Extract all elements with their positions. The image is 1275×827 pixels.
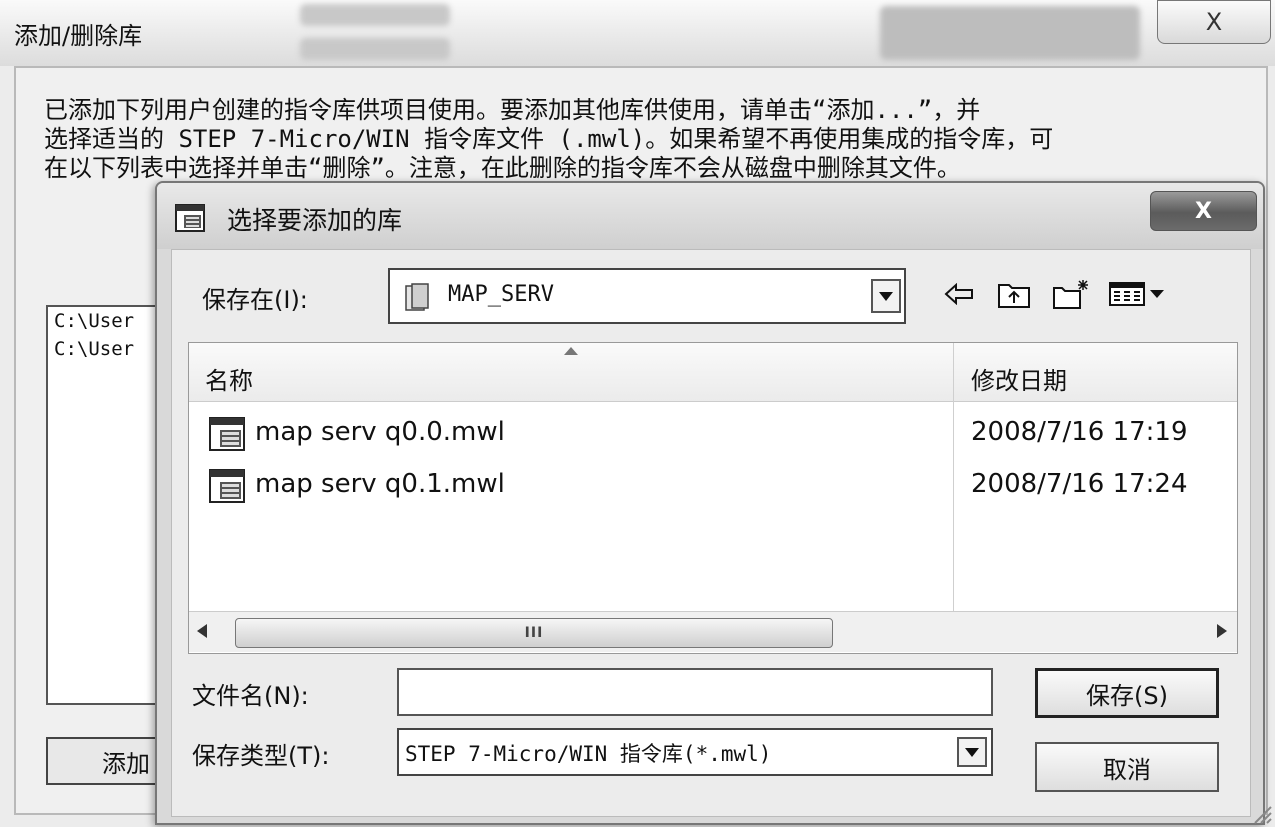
close-icon: X [1205, 8, 1223, 36]
library-list[interactable]: C:\User C:\User [46, 305, 170, 705]
cancel-button[interactable]: 取消 [1035, 742, 1219, 792]
filename-input[interactable] [397, 668, 993, 716]
filetype-label: 保存类型(T): [192, 742, 330, 770]
dialog-title: 选择要添加的库 [227, 206, 403, 235]
dialog-close-button[interactable]: X [1150, 191, 1257, 231]
background-dialog-title: 添加/删除库 [14, 22, 143, 50]
file-row[interactable]: map serv q0.1.mwl 2008/7/16 17:24 [189, 463, 1237, 511]
file-row[interactable]: map serv q0.0.mwl 2008/7/16 17:19 [189, 411, 1237, 459]
file-name: map serv q0.1.mwl [255, 469, 505, 499]
sort-up-icon [564, 347, 578, 355]
background-close-button[interactable]: X [1157, 0, 1271, 44]
column-header-name[interactable]: 名称 [205, 361, 253, 396]
cancel-button-label: 取消 [1103, 755, 1151, 784]
library-file-icon [209, 417, 245, 451]
blurred-search-box [880, 6, 1140, 60]
filetype-value: STEP 7-Micro/WIN 指令库(*.mwl) [405, 742, 772, 766]
blurred-tree-item [300, 38, 450, 60]
save-button[interactable]: 保存(S) [1035, 668, 1219, 718]
dialog-titlebar: 选择要添加的库 X [157, 183, 1263, 249]
horizontal-scrollbar[interactable]: III [189, 611, 1237, 652]
file-name: map serv q0.0.mwl [255, 417, 505, 447]
scroll-right-icon[interactable] [1217, 624, 1227, 638]
library-file-icon [209, 469, 245, 503]
back-arrow-icon[interactable] [942, 278, 976, 310]
close-icon: X [1195, 198, 1212, 224]
save-in-label: 保存在(I): [202, 286, 308, 314]
file-list[interactable]: 名称 修改日期 map serv q0.0.mwl 2008/7/16 17:1… [188, 342, 1238, 654]
filename-label: 文件名(N): [192, 682, 309, 710]
scroll-left-icon[interactable] [197, 624, 207, 638]
file-date: 2008/7/16 17:19 [971, 417, 1188, 447]
folder-icon [405, 283, 429, 311]
filetype-dropdown[interactable]: STEP 7-Micro/WIN 指令库(*.mwl) [397, 728, 993, 776]
library-file-icon [175, 204, 205, 232]
column-header-date[interactable]: 修改日期 [971, 361, 1067, 396]
scrollbar-thumb[interactable]: III [235, 618, 833, 648]
list-item[interactable]: C:\User [48, 335, 168, 363]
save-in-dropdown[interactable]: MAP_SERV [388, 268, 906, 324]
dropdown-arrow-button[interactable] [871, 279, 901, 313]
scroll-grip: III [524, 625, 544, 641]
add-button-label: 添加 [102, 749, 150, 778]
chevron-down-icon [965, 747, 979, 757]
new-folder-icon[interactable] [1052, 278, 1092, 310]
blurred-tree-item [300, 4, 450, 26]
up-folder-icon[interactable] [996, 278, 1032, 310]
save-button-label: 保存(S) [1086, 681, 1168, 710]
list-item[interactable]: C:\User [48, 307, 168, 335]
save-in-value: MAP_SERV [448, 282, 554, 307]
chevron-down-icon [879, 291, 893, 301]
resize-grip-icon[interactable] [1251, 803, 1273, 825]
library-description-text: 已添加下列用户创建的指令库供项目使用。要添加其他库供使用，请单击“添加...”，… [44, 96, 1054, 182]
dropdown-arrow-button[interactable] [957, 737, 987, 767]
file-date: 2008/7/16 17:24 [971, 469, 1188, 499]
list-header: 名称 修改日期 [189, 343, 1237, 402]
background-titlebar [0, 0, 1275, 66]
view-menu-icon[interactable] [1108, 278, 1168, 310]
